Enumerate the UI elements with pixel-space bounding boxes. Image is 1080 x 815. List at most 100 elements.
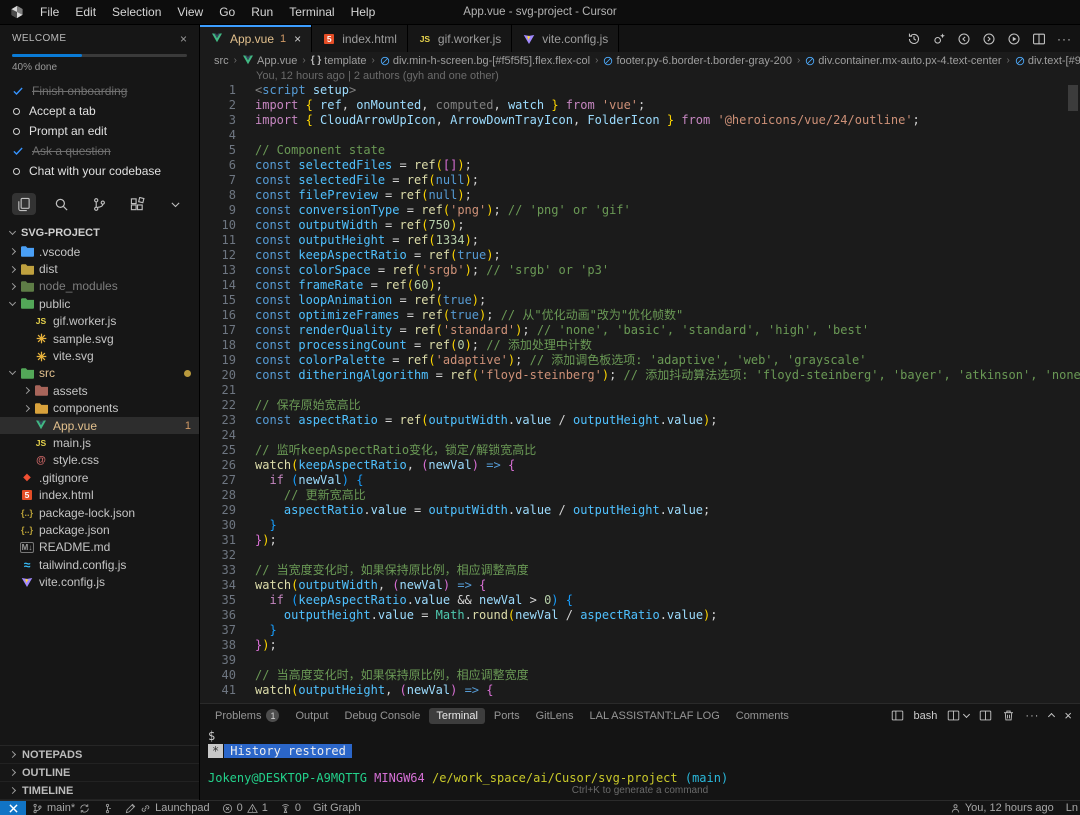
chevron-down-icon[interactable] bbox=[164, 193, 188, 215]
branch-status[interactable]: main* bbox=[26, 801, 96, 815]
files-icon[interactable] bbox=[12, 193, 36, 215]
editor-scrollbar[interactable] bbox=[1068, 85, 1078, 111]
panel-tab-terminal[interactable]: Terminal bbox=[429, 708, 485, 724]
tree-item-App.vue[interactable]: App.vue1 bbox=[0, 417, 199, 434]
menu-edit[interactable]: Edit bbox=[67, 2, 104, 22]
code-area[interactable]: 1<script setup>2import { ref, onMounted,… bbox=[200, 83, 1080, 703]
progress-label: 40% done bbox=[12, 62, 187, 73]
tree-item-vite.svg[interactable]: vite.svg bbox=[0, 347, 199, 364]
tree-item-components[interactable]: components bbox=[0, 400, 199, 417]
breadcrumb-item[interactable]: src bbox=[214, 55, 229, 67]
line-number: 25 bbox=[200, 443, 236, 458]
checklist-item[interactable]: Chat with your codebase bbox=[12, 161, 187, 181]
tree-item-style.css[interactable]: @style.css bbox=[0, 452, 199, 469]
run-code-icon[interactable] bbox=[1007, 32, 1021, 46]
tree-item-gif.worker.js[interactable]: JSgif.worker.js bbox=[0, 313, 199, 330]
problems-status[interactable]: 0 1 bbox=[216, 801, 274, 815]
search-icon[interactable] bbox=[50, 193, 74, 215]
remote-indicator[interactable] bbox=[0, 801, 26, 815]
tab-index.html[interactable]: 5index.html bbox=[312, 25, 408, 52]
panel-tab-problems[interactable]: Problems1 bbox=[208, 707, 286, 724]
tree-item-.vscode[interactable]: .vscode bbox=[0, 243, 199, 260]
nav-forward-icon[interactable] bbox=[982, 32, 996, 46]
tree-item-sample.svg[interactable]: sample.svg bbox=[0, 330, 199, 347]
menu-help[interactable]: Help bbox=[343, 2, 384, 22]
terminal-output[interactable]: $ *History restored Jokeny@DESKTOP-A9MQT… bbox=[200, 727, 1080, 800]
explorer-root[interactable]: SVG-PROJECT bbox=[0, 223, 199, 243]
breadcrumb-item[interactable]: { }template bbox=[311, 54, 367, 67]
code-line: 22// 保存原始宽高比 bbox=[200, 398, 1080, 413]
sidebar-section-outline[interactable]: OUTLINE bbox=[0, 764, 199, 782]
tab-App.vue[interactable]: App.vue1× bbox=[200, 25, 312, 52]
ports-status[interactable]: 0 bbox=[274, 801, 307, 815]
maximize-panel-icon[interactable] bbox=[1049, 710, 1054, 722]
welcome-panel: WELCOME × 40% done Finish onboardingAcce… bbox=[0, 25, 199, 185]
more-actions-icon[interactable]: ··· bbox=[1057, 32, 1072, 46]
chevron-right-icon bbox=[9, 751, 16, 758]
split-terminal-icon[interactable] bbox=[979, 709, 992, 722]
menu-run[interactable]: Run bbox=[243, 2, 281, 22]
close-icon[interactable]: × bbox=[180, 34, 187, 44]
breadcrumb-item[interactable]: div.min-h-screen.bg-[#f5f5f5].flex.flex-… bbox=[380, 54, 590, 67]
git-graph-button[interactable]: Git Graph bbox=[307, 801, 367, 815]
sidebar-section-timeline[interactable]: TIMELINE bbox=[0, 782, 199, 800]
tree-item-main.js[interactable]: JSmain.js bbox=[0, 434, 199, 451]
breadcrumb-item[interactable]: div.text-[#999999 bbox=[1015, 54, 1080, 67]
sidebar-section-notepads[interactable]: NOTEPADS bbox=[0, 746, 199, 764]
cursor-position-status[interactable]: Ln bbox=[1060, 802, 1080, 814]
panel-tab-ports[interactable]: Ports bbox=[487, 708, 527, 724]
tree-item-node_modules[interactable]: node_modules bbox=[0, 278, 199, 295]
breadcrumb-item[interactable]: div.container.mx-auto.px-4.text-center bbox=[805, 54, 1001, 67]
nav-back-icon[interactable] bbox=[957, 32, 971, 46]
code-line: 32 bbox=[200, 548, 1080, 563]
panel-tab-output[interactable]: Output bbox=[288, 708, 335, 724]
tree-item-package-lock.json[interactable]: {..}package-lock.json bbox=[0, 504, 199, 521]
extensions-icon[interactable] bbox=[126, 193, 150, 215]
sidebar-action-row bbox=[0, 185, 199, 223]
tree-item-dist[interactable]: dist bbox=[0, 260, 199, 277]
menu-selection[interactable]: Selection bbox=[104, 2, 169, 22]
svg-icon bbox=[34, 350, 48, 363]
tree-item-package.json[interactable]: {..}package.json bbox=[0, 521, 199, 538]
tree-item-vite.config.js[interactable]: vite.config.js bbox=[0, 573, 199, 590]
breadcrumb-item[interactable]: App.vue bbox=[242, 54, 297, 67]
checklist-item[interactable]: Accept a tab bbox=[12, 101, 187, 121]
close-tab-icon[interactable]: × bbox=[294, 32, 301, 46]
tab-gif.worker.js[interactable]: JSgif.worker.js bbox=[408, 25, 512, 52]
breadcrumb-item[interactable]: footer.py-6.border-t.border-gray-200 bbox=[603, 54, 791, 67]
panel-tab-gitlens[interactable]: GitLens bbox=[529, 708, 581, 724]
panel-tab-lal-assistant-laf-log[interactable]: LAL ASSISTANT:LAF LOG bbox=[583, 708, 727, 724]
tab-vite.config.js[interactable]: vite.config.js bbox=[512, 25, 619, 52]
tree-item-assets[interactable]: assets bbox=[0, 382, 199, 399]
panel-tab-comments[interactable]: Comments bbox=[729, 708, 796, 724]
menu-view[interactable]: View bbox=[169, 2, 211, 22]
more-actions-icon[interactable]: ··· bbox=[1025, 710, 1039, 722]
source-control-icon[interactable] bbox=[88, 193, 112, 215]
checklist-item[interactable]: Prompt an edit bbox=[12, 121, 187, 141]
chevron-down-icon bbox=[9, 368, 16, 375]
menu-go[interactable]: Go bbox=[211, 2, 243, 22]
menu-file[interactable]: File bbox=[32, 2, 67, 22]
history-icon[interactable] bbox=[907, 32, 921, 46]
checklist-item[interactable]: Ask a question bbox=[12, 141, 187, 161]
tree-item-tailwind.config.js[interactable]: ≈tailwind.config.js bbox=[0, 556, 199, 573]
menu-terminal[interactable]: Terminal bbox=[281, 2, 342, 22]
code-line: 1<script setup> bbox=[200, 83, 1080, 98]
tree-item-README.md[interactable]: M↓README.md bbox=[0, 539, 199, 556]
tree-item-index.html[interactable]: 5index.html bbox=[0, 486, 199, 503]
tree-item-public[interactable]: public bbox=[0, 295, 199, 312]
launchpad-button[interactable]: Launchpad bbox=[119, 801, 215, 815]
panel-tab-debug-console[interactable]: Debug Console bbox=[338, 708, 428, 724]
checklist-item[interactable]: Finish onboarding bbox=[12, 81, 187, 101]
line-number: 30 bbox=[200, 518, 236, 533]
gitlens-status[interactable] bbox=[96, 801, 119, 815]
ai-sparkle-icon[interactable] bbox=[932, 32, 946, 46]
split-editor-icon[interactable] bbox=[1032, 32, 1046, 46]
shell-label[interactable]: bash bbox=[914, 710, 938, 722]
tree-item-src[interactable]: src bbox=[0, 365, 199, 382]
tree-item-.gitignore[interactable]: ◆.gitignore bbox=[0, 469, 199, 486]
close-panel-icon[interactable]: × bbox=[1064, 708, 1072, 723]
blame-status[interactable]: You, 12 hours ago bbox=[944, 802, 1060, 814]
new-terminal-icon[interactable] bbox=[947, 709, 969, 722]
kill-terminal-icon[interactable] bbox=[1002, 709, 1015, 722]
